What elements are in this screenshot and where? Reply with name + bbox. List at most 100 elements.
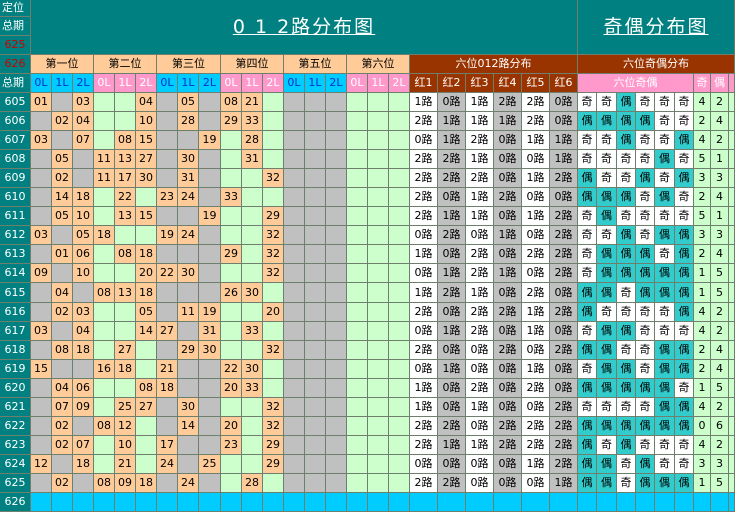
- odd-count: 1: [694, 264, 711, 283]
- number-cell: [347, 207, 368, 226]
- number-cell: [284, 188, 305, 207]
- road-cell: 2路: [438, 283, 466, 303]
- number-cell: [115, 322, 136, 341]
- number-cell: 18: [136, 283, 157, 303]
- period-label: 613: [0, 245, 31, 264]
- parity-cell: 奇: [578, 207, 597, 226]
- number-cell: 04: [136, 93, 157, 112]
- parity-cell: 奇: [617, 398, 636, 417]
- parity-cell: 奇: [597, 169, 617, 188]
- period-label: 612: [0, 226, 31, 245]
- parity-cell: 奇: [655, 131, 675, 150]
- road-cell: 1路: [410, 93, 438, 112]
- road-cell: 2路: [466, 264, 494, 283]
- number-cell: 02: [52, 417, 73, 436]
- road-cell: 2路: [466, 303, 494, 322]
- even-count: 4: [711, 341, 729, 360]
- road-cell: 1路: [438, 436, 466, 455]
- number-cell: [326, 398, 347, 417]
- road-cell: 0路: [494, 322, 522, 341]
- number-cell: [199, 360, 221, 379]
- period-label: 611: [0, 207, 31, 226]
- number-cell: [221, 207, 242, 226]
- number-cell: [305, 341, 326, 360]
- number-cell: [284, 341, 305, 360]
- empty-cell: [466, 493, 494, 512]
- empty-cell: [136, 493, 157, 512]
- number-cell: 22: [115, 188, 136, 207]
- odd-count: 3: [694, 169, 711, 188]
- number-cell: [326, 360, 347, 379]
- period-label: 621: [0, 398, 31, 417]
- parity-cell: 奇: [655, 436, 675, 455]
- parity-cell: 偶: [655, 398, 675, 417]
- parity-cell: 偶: [655, 341, 675, 360]
- parity-cell: 奇: [636, 131, 655, 150]
- number-cell: [326, 150, 347, 169]
- parity-cell: 偶: [655, 226, 675, 245]
- road-cell: 2路: [410, 417, 438, 436]
- number-cell: [305, 436, 326, 455]
- number-cell: [368, 379, 389, 398]
- number-cell: [263, 322, 284, 341]
- road-cell: 0路: [550, 112, 578, 131]
- parity-cell: 奇: [578, 360, 597, 379]
- number-cell: [199, 436, 221, 455]
- group-header: 第二位: [94, 55, 157, 74]
- number-cell: [284, 455, 305, 474]
- parity-cell: 偶: [597, 417, 617, 436]
- number-cell: [389, 341, 410, 360]
- number-cell: [326, 226, 347, 245]
- road-cell: 1路: [522, 169, 550, 188]
- odd-count: 3: [694, 455, 711, 474]
- number-cell: 25: [115, 398, 136, 417]
- odd-count: 4: [694, 398, 711, 417]
- empty-cell: [389, 493, 410, 512]
- number-cell: [94, 112, 115, 131]
- empty-cell: [550, 493, 578, 512]
- period-label: 622: [0, 417, 31, 436]
- empty-cell: [410, 493, 438, 512]
- number-cell: 04: [73, 322, 94, 341]
- parity-cell: 奇: [597, 150, 617, 169]
- parity-cell: 奇: [636, 360, 655, 379]
- road-cell: 2路: [494, 341, 522, 360]
- odd-count: 0: [694, 417, 711, 436]
- number-cell: 11: [178, 303, 199, 322]
- extra-cell: [729, 455, 735, 474]
- sub-header: 2L: [263, 74, 284, 93]
- number-cell: [389, 131, 410, 150]
- empty-cell: [522, 493, 550, 512]
- parity-cell: 偶: [636, 169, 655, 188]
- number-cell: [199, 264, 221, 283]
- number-cell: [242, 417, 263, 436]
- number-cell: 21: [157, 360, 178, 379]
- road-cell: 2路: [550, 417, 578, 436]
- road-cell: 1路: [466, 112, 494, 131]
- parity-cell: 奇: [675, 207, 694, 226]
- number-cell: 20: [263, 303, 284, 322]
- parity-cell: 偶: [578, 379, 597, 398]
- number-cell: [221, 131, 242, 150]
- parity-cell: 偶: [675, 131, 694, 150]
- road-cell: 0路: [410, 264, 438, 283]
- road-cell: 0路: [522, 188, 550, 207]
- number-cell: [284, 169, 305, 188]
- road-cell: 0路: [494, 131, 522, 150]
- parity-cell: 奇: [636, 436, 655, 455]
- number-cell: [94, 303, 115, 322]
- parity-cell: 奇: [617, 283, 636, 303]
- number-cell: [263, 474, 284, 493]
- number-cell: [326, 379, 347, 398]
- parity-cell: 奇: [578, 150, 597, 169]
- number-cell: [284, 207, 305, 226]
- number-cell: [305, 455, 326, 474]
- number-cell: [94, 379, 115, 398]
- parity-cell: 奇: [636, 322, 655, 341]
- number-cell: [263, 379, 284, 398]
- road-cell: 1路: [494, 112, 522, 131]
- road-cell: 0路: [550, 188, 578, 207]
- number-cell: [305, 417, 326, 436]
- parity-cell: 奇: [655, 93, 675, 112]
- empty-cell: [711, 493, 729, 512]
